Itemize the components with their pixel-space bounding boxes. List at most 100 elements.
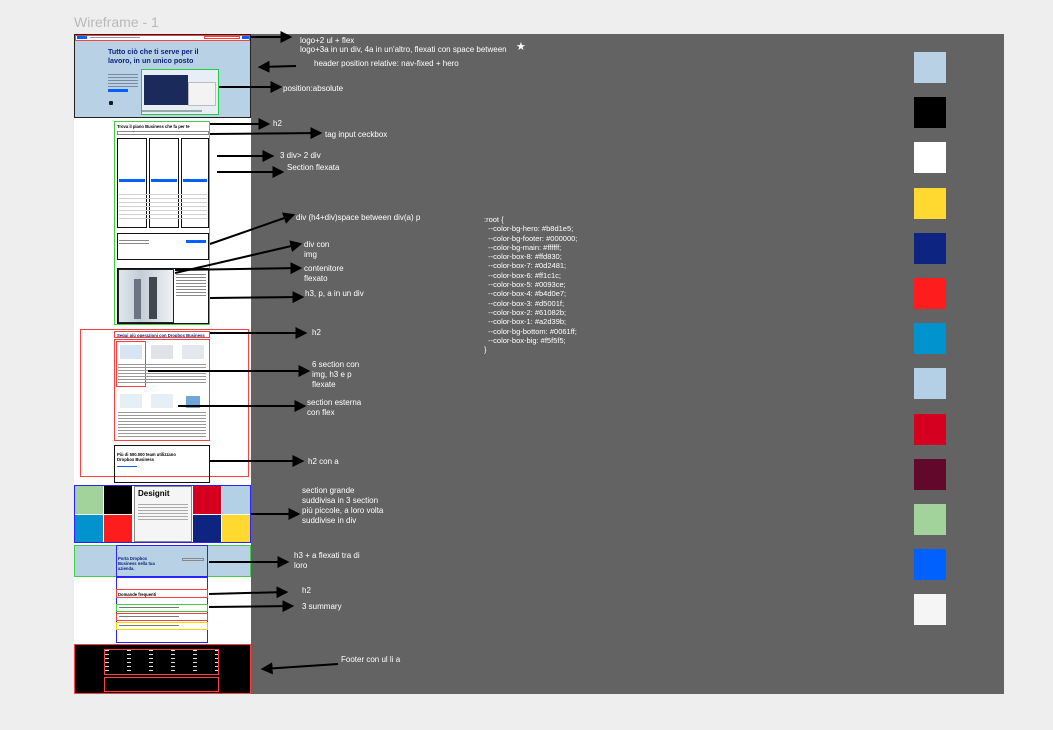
plans-title: Trova il piano Business che fa per te [117,124,190,129]
css-root-line: --color-bg-bottom: #0061ff; [484,326,577,336]
banner-title: Porta Dropbox Business nella tua azienda… [118,556,155,571]
note-footer: Footer con ul li a [341,655,401,664]
footer-bottom [104,677,219,692]
note-h2-third: h2 [302,586,311,595]
hero-dropbox-icon [109,101,113,105]
note-external-section: section esterna con flex [307,398,362,417]
note-h3-a-flex: h3 + a flexati tra di loro [294,551,360,570]
plan-features [119,194,207,219]
advanced-plan-row [117,233,209,260]
ops-text-row-2 [118,412,206,438]
ops-card-3-img [182,345,204,359]
note-container-flex: contenitore flexato [304,264,344,283]
note-h2-first: h2 [273,119,282,128]
hero-paragraph [108,74,138,88]
nav-links [90,37,140,38]
teams-title: Più di 500.000 team utilizzano Dropbox B… [117,452,176,462]
teams-link[interactable] [117,466,137,467]
teams-box [114,445,210,483]
plan-1-button[interactable] [119,179,145,182]
note-nav-line2: logo+3a in un div, 4a in un'altro, flexa… [300,45,507,54]
nav-search [204,36,240,39]
note-tag-input: tag input ceckbox [325,130,388,139]
color-swatch [914,97,946,129]
banner-link[interactable] [182,558,204,561]
color-swatch [914,413,946,445]
website-mockup: Tutto ciò che ti serve per il lavoro, in… [74,34,251,694]
faq-title: Domande frequenti [118,592,157,597]
ops-card-1-img [120,345,142,359]
faq-summary-1[interactable] [116,604,208,612]
faq-line-2 [119,616,179,617]
note-h3-p-a: h3, p, a in un div [305,289,364,298]
note-h2-second: h2 [312,328,321,337]
note-three-summary: 3 summary [302,602,342,611]
css-root-variables: :root { --color-bg-hero: #b8d1e5; --colo… [484,215,577,354]
css-root-line: --color-box-big: #f5f5f5; [484,335,566,345]
css-root-line: --color-box-8: #ffd830; [484,252,562,262]
hero-button[interactable] [108,89,128,92]
css-root-line: --color-box-1: #a2d39b; [484,317,567,327]
frame-title: Wireframe - 1 [74,14,159,30]
hero-image-panel [188,82,216,106]
color-swatch [914,278,946,309]
plan-3-button[interactable] [183,179,207,182]
people-image-figure-1 [134,279,141,319]
logo-tile-3 [75,515,103,542]
footer-columns [104,649,219,675]
color-swatch [914,458,946,490]
nav-cta-button[interactable] [242,36,249,39]
nav-logo [77,36,87,39]
logo-tile-6 [222,486,250,514]
faq-summary-3[interactable] [116,622,208,630]
image-text-copy [176,274,206,296]
plans-toggle[interactable] [117,131,209,135]
note-big-section: section grande suddivisa in 3 section pi… [302,486,384,525]
ops-card-2-img [151,345,173,359]
css-root-line: --color-box-5: #0093ce; [484,280,566,290]
css-root-line: --color-bg-main: #ffffff; [484,242,562,252]
logo-tile-5 [193,486,221,514]
color-swatch [914,549,946,581]
css-root-line: } [484,345,487,355]
ops-card-5-img [151,394,173,408]
star-icon: ★ [516,41,526,53]
note-header-position: header position relative: nav-fixed + he… [314,59,459,68]
hero-caption [142,110,202,112]
note-position-absolute: position:absolute [283,84,344,93]
advanced-plan-button[interactable] [186,240,206,243]
logo-tile-4 [104,515,132,542]
plan-2-button[interactable] [151,179,177,182]
wireframe-canvas: Tutto ciò che ti serve per il lavoro, in… [74,34,1004,694]
note-three-div: 3 div> 2 div [280,151,321,160]
color-swatch [914,323,946,355]
faq-summary-2[interactable] [116,613,208,621]
css-root-line: --color-box-2: #61082b; [484,307,567,317]
hero-title: Tutto ciò che ti serve per il lavoro, in… [108,47,199,65]
color-swatch [914,232,946,264]
ops-text-row-1 [118,364,206,384]
ops-card-4-img [120,394,142,408]
note-h2-with-a: h2 con a [308,457,339,466]
color-swatch [914,504,946,535]
ops-header-box [114,331,210,338]
note-div-img: div con img [304,240,330,259]
people-image-figure-2 [149,277,157,319]
logo-featured-text: Designit [138,489,170,498]
css-root-line: :root { [484,215,504,224]
css-root-line: --color-box-3: #d5001f; [484,298,565,308]
faq-line-1 [119,607,179,608]
people-image [118,269,174,323]
css-root-line: --color-box-4: #b4d0e7; [484,289,567,299]
hero-image-inner [144,75,188,105]
logo-featured-copy [138,504,188,520]
ops-card-6-img [186,396,200,408]
css-root-line: --color-box-6: #ff1c1c; [484,270,561,280]
color-swatch [914,594,946,626]
color-swatch [914,187,946,219]
note-div-h4: div (h4+div)space between div(a) p [296,213,421,222]
color-swatch [914,368,946,400]
logo-tile-1 [75,486,103,514]
css-root-line: --color-box-7: #0d2481; [484,261,567,271]
logo-tile-8 [222,515,250,542]
